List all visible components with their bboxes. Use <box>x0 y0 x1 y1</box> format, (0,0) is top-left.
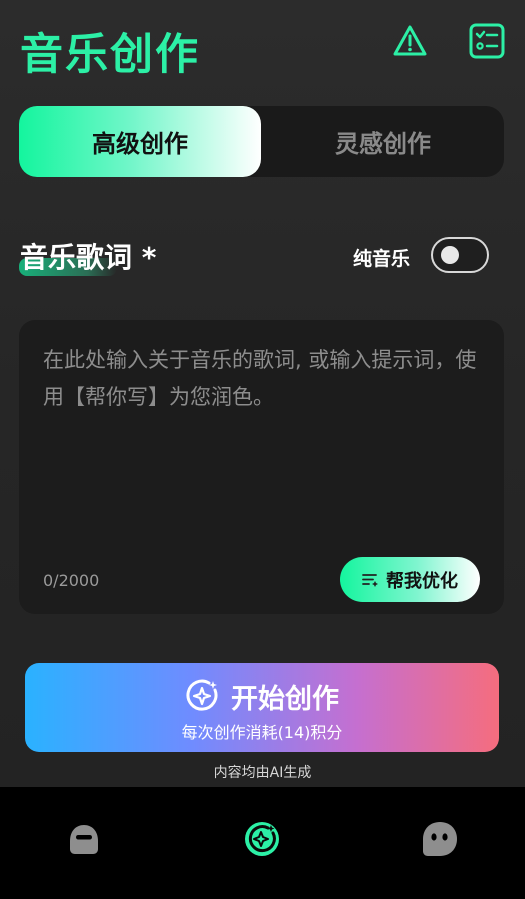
toggle-knob <box>441 246 459 264</box>
optimize-button-label: 帮我优化 <box>386 570 458 592</box>
nav-chat[interactable] <box>64 819 104 859</box>
start-button-label: 开始创作 <box>231 683 339 715</box>
char-counter: 0/2000 <box>43 571 100 590</box>
mode-tabs: 高级创作 灵感创作 <box>19 106 504 177</box>
nav-create[interactable] <box>242 819 282 859</box>
header: 音乐创作 <box>0 0 525 95</box>
sparkle-circle-icon <box>186 679 218 711</box>
checklist-icon[interactable] <box>468 22 506 60</box>
bottom-nav <box>0 787 525 899</box>
optimize-button[interactable]: 帮我优化 <box>340 557 480 602</box>
chat-bubble-icon <box>70 825 98 854</box>
pure-music-label: 纯音乐 <box>353 248 411 270</box>
tab-advanced-create[interactable]: 高级创作 <box>19 106 261 177</box>
lyrics-input[interactable] <box>43 342 483 552</box>
create-icon <box>245 822 279 856</box>
start-create-button[interactable]: 开始创作 每次创作消耗(14)积分 <box>25 663 499 752</box>
nav-profile[interactable] <box>420 819 460 859</box>
pure-music-toggle[interactable] <box>431 237 489 273</box>
tab-inspiration-create[interactable]: 灵感创作 <box>262 106 504 177</box>
page-title: 音乐创作 <box>20 30 200 80</box>
lyrics-section-title: 音乐歌词 * <box>20 241 157 274</box>
lyrics-card: 0/2000 帮我优化 <box>19 320 504 614</box>
text-lines-icon <box>362 573 378 587</box>
cost-hint: 每次创作消耗(14)积分 <box>181 723 343 742</box>
face-icon <box>423 822 457 856</box>
warning-icon[interactable] <box>391 22 429 60</box>
ai-disclaimer: 内容均由AI生成 <box>213 765 312 781</box>
